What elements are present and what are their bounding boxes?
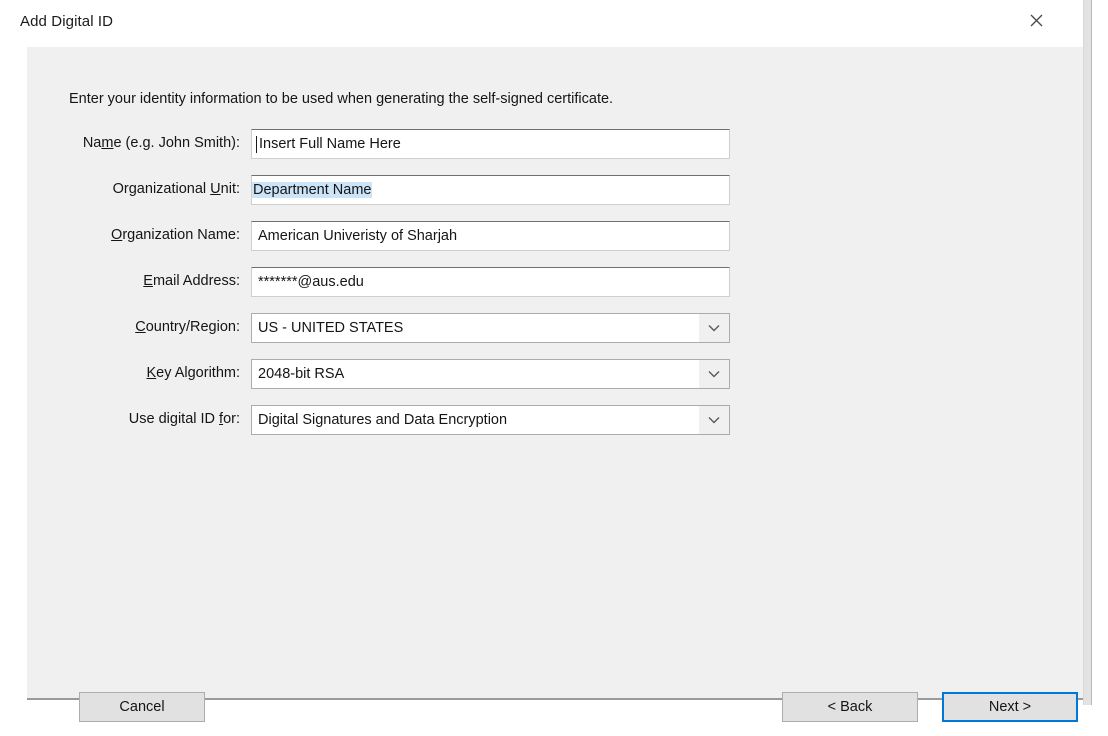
organizational-unit-input-value: Department Name [252,182,373,198]
label-ou-part2: nit: [220,181,240,197]
form-row-key-algorithm: Key Algorithm: 2048-bit RSA [27,355,1083,401]
close-icon [1030,14,1043,27]
label-key-accel: K [146,365,157,381]
form-row-organizational-unit: Organizational Unit: Department Name [27,171,1083,217]
name-input-value: Insert Full Name Here [259,136,401,152]
form-row-country-region: Country/Region: US - UNITED STATES [27,309,1083,355]
label-key-algorithm: Key Algorithm: [27,365,241,381]
chevron-down-icon[interactable] [699,406,729,434]
label-country-accel: C [135,319,146,335]
close-button[interactable] [1013,0,1059,40]
form-row-organization-name: Organization Name: American Univeristy o… [27,217,1083,263]
label-use-digital-id-for: Use digital ID for: [27,411,240,427]
label-organization-name: Organization Name: [27,227,240,243]
label-name: Name (e.g. John Smith): [27,135,240,151]
key-algorithm-select[interactable]: 2048-bit RSA [251,359,730,389]
cancel-button[interactable]: Cancel [79,692,205,722]
identity-form: Name (e.g. John Smith): Insert Full Name… [27,125,1083,447]
form-row-email-address: Email Address: *******@aus.edu [27,263,1083,309]
form-row-use-digital-id-for: Use digital ID for: Digital Signatures a… [27,401,1083,447]
back-button[interactable]: < Back [782,692,918,722]
label-email-address: Email Address: [27,273,240,289]
chevron-down-icon[interactable] [699,360,729,388]
label-country-region: Country/Region: [27,319,240,335]
label-ou-accel: U [210,181,221,197]
form-row-name: Name (e.g. John Smith): Insert Full Name… [27,125,1083,171]
organization-name-input[interactable]: American Univeristy of Sharjah [251,221,730,251]
label-use-part2: or: [223,411,240,427]
title-bar: Add Digital ID [0,0,1083,47]
use-digital-id-for-selected-value: Digital Signatures and Data Encryption [258,412,508,428]
label-country-part2: ountry/Region: [145,319,240,335]
name-input[interactable]: Insert Full Name Here [251,129,730,159]
label-name-accel: m [101,135,114,151]
country-region-selected-value: US - UNITED STATES [258,320,404,336]
chevron-down-icon[interactable] [699,314,729,342]
label-key-part2: ey Algorithm: [156,365,240,381]
dialog-body: Enter your identity information to be us… [27,47,1083,722]
label-on-accel: O [111,227,123,243]
organizational-unit-input[interactable]: Department Name [251,175,730,205]
use-digital-id-for-select[interactable]: Digital Signatures and Data Encryption [251,405,730,435]
scrollbar-thumb[interactable] [1084,0,1091,705]
label-name-part1: Na [82,135,102,151]
key-algorithm-selected-value: 2048-bit RSA [258,366,345,382]
dialog-title: Add Digital ID [20,13,114,30]
email-address-input[interactable]: *******@aus.edu [251,267,730,297]
country-region-select[interactable]: US - UNITED STATES [251,313,730,343]
email-address-input-value: *******@aus.edu [258,274,364,290]
label-email-part2: mail Address: [152,273,240,289]
label-email-accel: E [143,273,153,289]
vertical-scrollbar[interactable] [1083,0,1092,705]
label-use-part1: Use digital ID [128,411,220,427]
label-organizational-unit: Organizational Unit: [27,181,240,197]
next-button[interactable]: Next > [942,692,1078,722]
add-digital-id-dialog: Add Digital ID Enter your identity infor… [0,0,1083,722]
label-name-part2: e (e.g. John Smith): [113,135,240,151]
organization-name-input-value: American Univeristy of Sharjah [258,228,458,244]
label-ou-part1: Organizational [112,181,211,197]
instructions-text: Enter your identity information to be us… [69,91,614,107]
label-on-part2: rganization Name: [122,227,240,243]
